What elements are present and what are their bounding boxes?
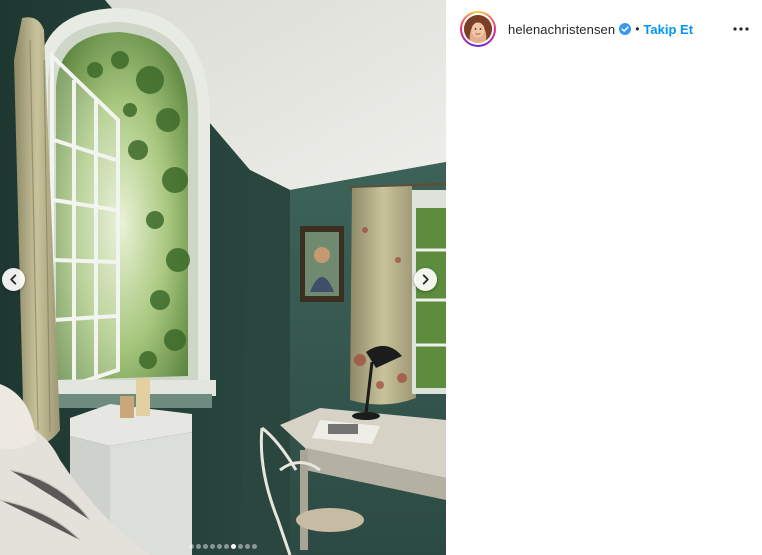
carousel-dot <box>217 543 222 549</box>
chevron-right-icon <box>422 274 429 285</box>
carousel-next-button[interactable] <box>414 268 437 291</box>
carousel-prev-button[interactable] <box>2 268 25 291</box>
profile-avatar[interactable] <box>460 11 496 47</box>
post-photo[interactable] <box>0 0 446 555</box>
bedroom-photo <box>0 0 446 555</box>
post-side-panel: helenachristensen • Takip Et <box>446 0 762 555</box>
follow-button[interactable]: Takip Et <box>643 22 693 37</box>
carousel-dot <box>196 543 201 549</box>
carousel-dot <box>238 543 243 549</box>
chevron-left-icon <box>10 274 17 285</box>
carousel-dot-active <box>231 543 236 549</box>
carousel-dot <box>224 543 229 549</box>
post-author-row: helenachristensen • Takip Et <box>508 20 693 38</box>
carousel-dot <box>203 543 208 549</box>
more-options-icon <box>733 27 749 31</box>
carousel-dot <box>189 543 194 549</box>
separator-dot: • <box>635 22 640 36</box>
carousel-dot <box>252 543 257 549</box>
post-header: helenachristensen • Takip Et <box>446 0 762 58</box>
username-link[interactable]: helenachristensen <box>508 22 615 37</box>
carousel-indicator <box>0 543 446 549</box>
avatar-image <box>464 15 492 43</box>
verified-badge-icon <box>619 23 632 35</box>
carousel-dot <box>210 543 215 549</box>
carousel-dot <box>245 543 250 549</box>
more-options-button[interactable] <box>732 20 750 38</box>
